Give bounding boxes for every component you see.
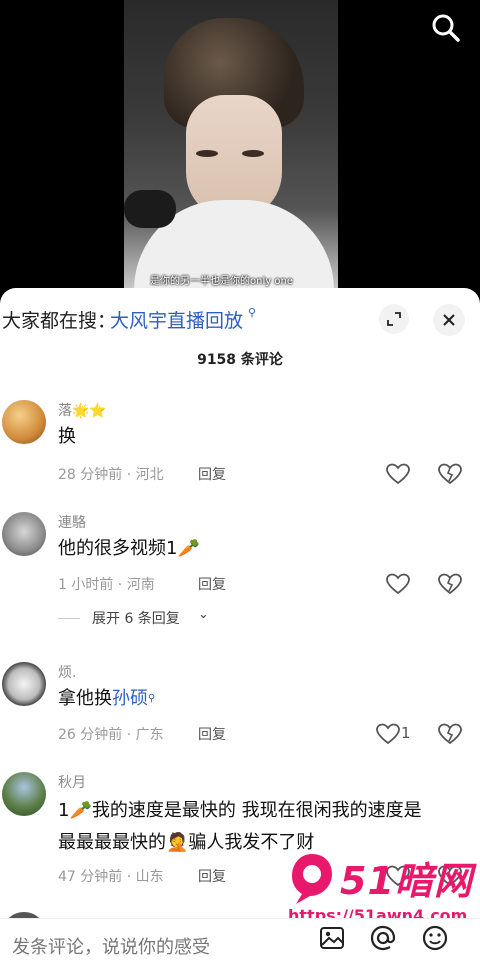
- video-player[interactable]: 是你的另一半也是你的only one: [0, 0, 480, 300]
- comment-author[interactable]: 秋月: [58, 772, 86, 792]
- comment-search-link[interactable]: 孙硕: [112, 688, 148, 709]
- video-eye-right: [242, 150, 264, 157]
- comment-text: 拿他换孙硕⚲: [58, 684, 458, 714]
- reply-button[interactable]: 回复: [198, 464, 226, 484]
- comment-author[interactable]: 連駱: [58, 512, 86, 532]
- heart-icon[interactable]: [385, 462, 411, 486]
- sheet-header: 大家都在搜： 大风宇直播回放 ⚲: [0, 298, 480, 338]
- comment-meta: 28 分钟前 · 河北: [58, 467, 164, 483]
- expand-icon: [387, 312, 401, 326]
- expand-button[interactable]: [379, 304, 409, 334]
- video-eye-left: [196, 150, 218, 157]
- at-icon[interactable]: [368, 923, 398, 953]
- comment-text-prefix: 拿他换: [58, 688, 112, 709]
- comment-input-placeholder: 发条评论，说说你的感受: [12, 937, 210, 958]
- comment-author[interactable]: 落🌟⭐: [58, 400, 107, 420]
- comment-input-bar: 发条评论，说说你的感受: [0, 918, 480, 963]
- avatar[interactable]: [2, 772, 46, 816]
- comment-link-search-icon: ⚲: [148, 693, 156, 704]
- watermark-logo: [292, 854, 332, 904]
- video-microphone: [124, 190, 176, 228]
- hot-search-search-icon: ⚲: [248, 306, 257, 319]
- emoji-icon[interactable]: [420, 923, 450, 953]
- expand-replies-label: 展开 6 条回复: [92, 611, 180, 627]
- expand-replies-button[interactable]: 展开 6 条回复 ⌄: [58, 607, 238, 629]
- broken-heart-icon[interactable]: [437, 572, 463, 596]
- comment-count: 9158 条评论: [197, 352, 283, 368]
- heart-icon[interactable]: [375, 722, 401, 746]
- avatar[interactable]: [2, 512, 46, 556]
- expand-divider: [58, 618, 80, 619]
- comment-meta: 1 小时前 · 河南: [58, 577, 155, 593]
- video-subtitle: 是你的另一半也是你的only one: [150, 276, 293, 287]
- comment-meta: 26 分钟前 · 广东: [58, 727, 164, 743]
- comment-text: 换: [58, 426, 76, 447]
- comment-text-line-1: 1🥕我的速度是最快的 我现在很闲我的速度是: [58, 800, 422, 821]
- avatar[interactable]: [2, 400, 46, 444]
- avatar[interactable]: [2, 662, 46, 706]
- close-icon: [443, 314, 455, 326]
- image-icon[interactable]: [317, 923, 347, 953]
- broken-heart-icon[interactable]: [437, 462, 463, 486]
- video-frame: [124, 0, 338, 300]
- broken-heart-icon[interactable]: [437, 722, 463, 746]
- hot-search-link[interactable]: 大风宇直播回放: [110, 306, 243, 333]
- comment-meta: 47 分钟前 · 山东: [58, 869, 164, 885]
- search-button[interactable]: [428, 10, 464, 46]
- reply-button[interactable]: 回复: [198, 724, 226, 744]
- reply-button[interactable]: 回复: [198, 574, 226, 594]
- reply-button[interactable]: 回复: [198, 866, 226, 886]
- search-icon: [432, 14, 460, 42]
- heart-icon[interactable]: [385, 572, 411, 596]
- comment-text: 他的很多视频1🥕: [58, 538, 200, 559]
- like-count: 1: [401, 724, 411, 742]
- close-button[interactable]: [433, 304, 465, 336]
- comment-author[interactable]: 烦.: [58, 662, 76, 682]
- chevron-down-icon: ⌄: [198, 607, 209, 622]
- comment-input[interactable]: 发条评论，说说你的感受: [6, 925, 474, 959]
- watermark-title: 51暗网: [340, 859, 473, 903]
- hot-search-prefix: 大家都在搜：: [2, 310, 117, 332]
